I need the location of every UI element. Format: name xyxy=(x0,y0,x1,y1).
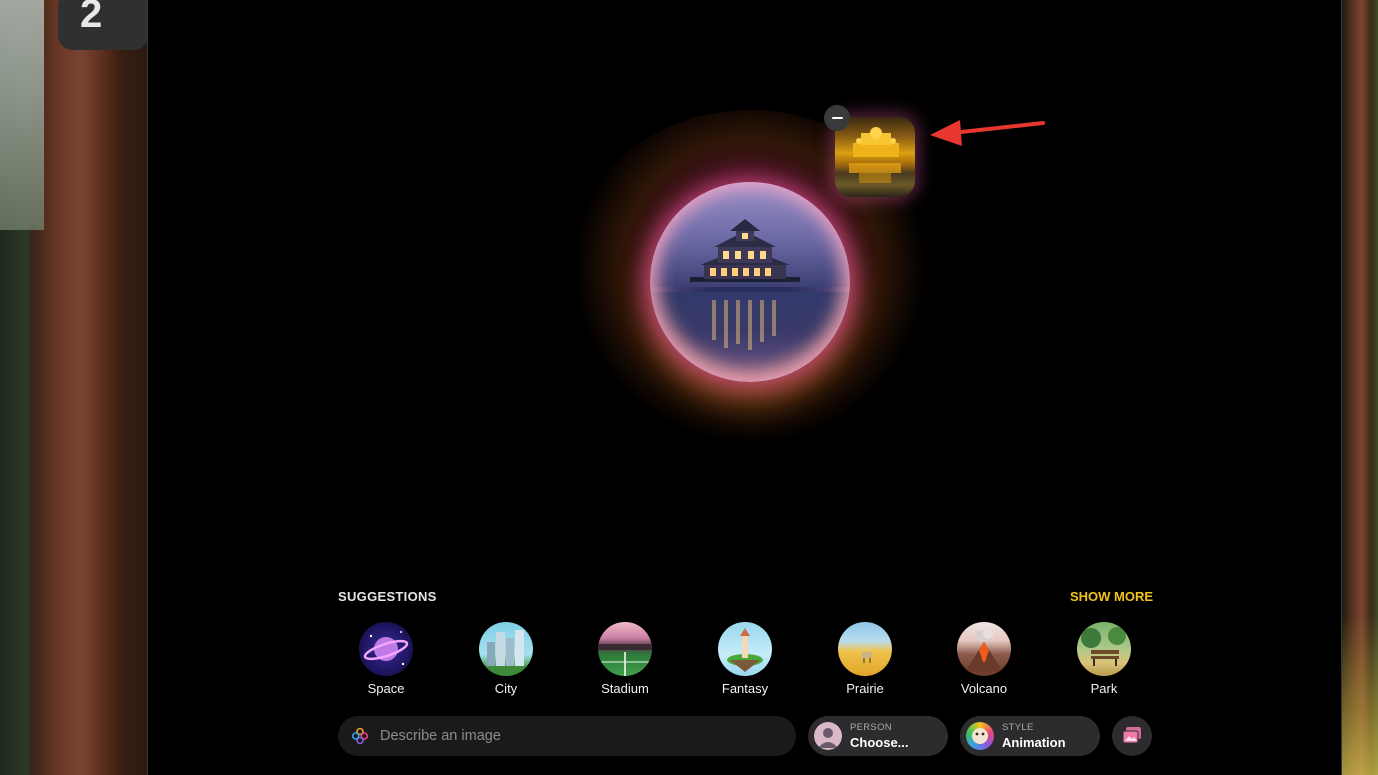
golden-temple-thumbnail xyxy=(853,127,899,157)
suggestion-city[interactable]: City xyxy=(456,622,556,696)
suggestions-list: Space City Stadium Fantasy Prairie Volca… xyxy=(338,622,1152,698)
person-chip[interactable]: PERSON Choose... xyxy=(808,716,948,756)
prairie-icon xyxy=(838,622,892,676)
suggestion-label: Stadium xyxy=(601,681,649,696)
reference-image-thumbnail[interactable] xyxy=(835,117,915,197)
planet-icon xyxy=(359,622,413,676)
person-chip-value: Choose... xyxy=(850,734,909,750)
suggestion-prairie[interactable]: Prairie xyxy=(815,622,915,696)
suggestions-heading: SUGGESTIONS xyxy=(338,589,437,604)
background-light xyxy=(1342,615,1378,775)
style-chip[interactable]: STYLE Animation xyxy=(960,716,1100,756)
prompt-field[interactable] xyxy=(338,716,796,756)
suggestion-space[interactable]: Space xyxy=(336,622,436,696)
minus-icon xyxy=(831,116,843,120)
show-more-link[interactable]: SHOW MORE xyxy=(1070,589,1153,604)
person-chip-texts: PERSON Choose... xyxy=(850,723,909,749)
person-icon xyxy=(814,722,842,750)
photo-gallery-button[interactable] xyxy=(1112,716,1152,756)
suggestion-volcano[interactable]: Volcano xyxy=(934,622,1034,696)
image-playground-icon xyxy=(351,727,369,745)
suggestion-fantasy[interactable]: Fantasy xyxy=(695,622,795,696)
stadium-icon xyxy=(598,622,652,676)
suggestion-park[interactable]: Park xyxy=(1054,622,1154,696)
annotation-arrow xyxy=(930,120,1045,146)
style-chip-texts: STYLE Animation xyxy=(1002,723,1066,749)
suggestion-label: Park xyxy=(1090,681,1118,696)
background-window-edge xyxy=(0,0,44,230)
temple-reflection xyxy=(849,163,901,183)
desktop-background-right xyxy=(1342,0,1378,775)
suggestion-stadium[interactable]: Stadium xyxy=(575,622,675,696)
photo-gallery-icon xyxy=(1122,727,1141,744)
window-border-left xyxy=(147,0,148,775)
city-icon xyxy=(479,622,533,676)
suggestion-label: Volcano xyxy=(960,681,1008,696)
person-chip-caption: PERSON xyxy=(850,722,892,734)
suggestion-label: City xyxy=(494,681,518,696)
suggestion-label: Prairie xyxy=(846,681,884,696)
style-chip-caption: STYLE xyxy=(1002,722,1034,734)
describe-image-input[interactable] xyxy=(378,727,762,745)
generated-image-bubble[interactable] xyxy=(650,182,850,382)
style-animation-icon xyxy=(966,722,994,750)
remove-reference-button[interactable] xyxy=(824,105,850,131)
style-chip-value: Animation xyxy=(1002,734,1066,750)
fantasy-island-icon xyxy=(718,622,772,676)
background-app-tile: 2 xyxy=(58,0,148,50)
suggestion-label: Space xyxy=(367,681,405,696)
volcano-icon xyxy=(957,622,1011,676)
bubble-rim xyxy=(650,182,850,382)
park-bench-icon xyxy=(1077,622,1131,676)
background-app-glyph: 2 xyxy=(80,0,103,36)
desktop-background-left: 2 xyxy=(0,0,148,775)
suggestion-label: Fantasy xyxy=(721,681,769,696)
